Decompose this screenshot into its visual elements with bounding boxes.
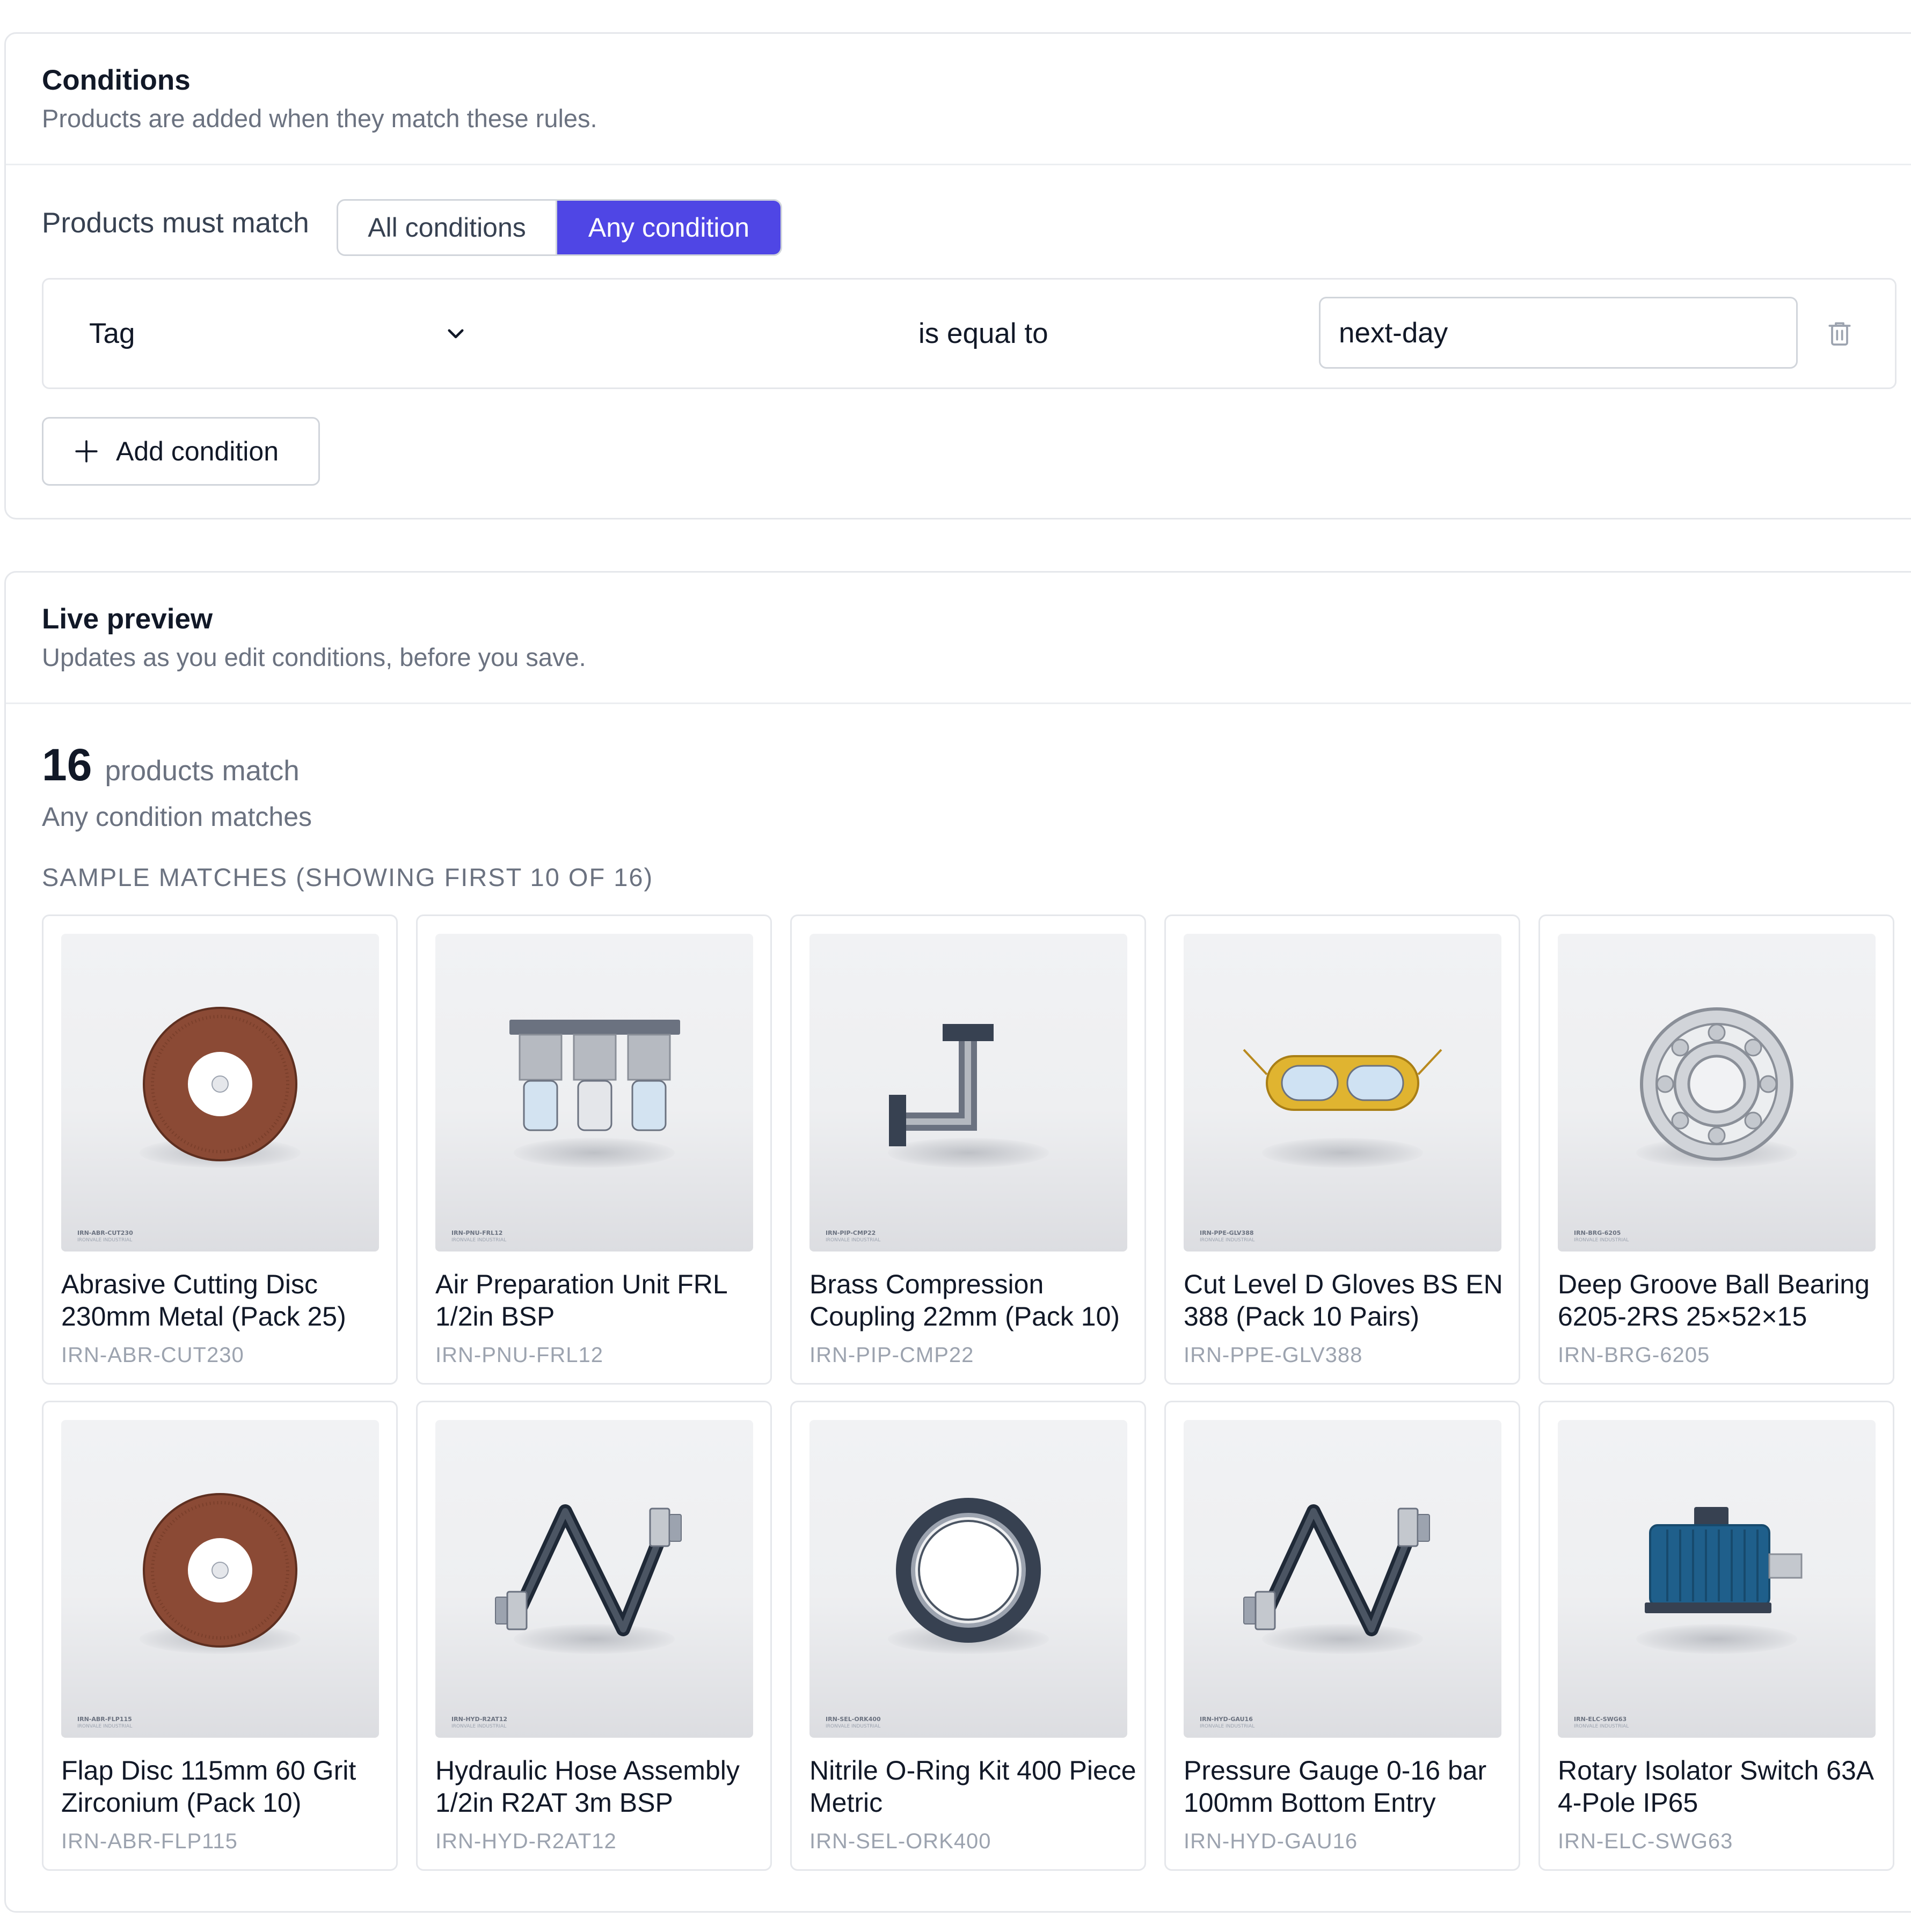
product-name: Cut Level D Gloves BS EN 388 (Pack 10 Pa… xyxy=(1184,1269,1503,1331)
product-image: IRN-BRG-6205 IRONVALE INDUSTRIAL xyxy=(1558,934,1876,1252)
preview-header: Live preview Updates as you edit conditi… xyxy=(6,573,1911,704)
product-card[interactable]: IRN-SEL-ORK400 IRONVALE INDUSTRIAL Nitri… xyxy=(790,1401,1146,1871)
image-watermark-sku: IRN-ABR-CUT230 xyxy=(77,1230,133,1236)
product-sku: IRN-SEL-ORK400 xyxy=(809,1829,991,1853)
image-watermark-brand: IRONVALE INDUSTRIAL xyxy=(77,1724,133,1729)
image-watermark-brand: IRONVALE INDUSTRIAL xyxy=(1574,1238,1629,1243)
product-card[interactable]: IRN-PPE-GLV388 IRONVALE INDUSTRIAL Cut L… xyxy=(1164,914,1520,1385)
product-sku: IRN-PNU-FRL12 xyxy=(435,1343,604,1367)
match-mode-text: Any condition matches xyxy=(42,802,312,832)
match-count-label: products match xyxy=(105,755,300,787)
image-watermark-sku: IRN-ABR-FLP115 xyxy=(77,1716,132,1723)
product-sku: IRN-PPE-GLV388 xyxy=(1184,1343,1363,1367)
image-watermark-sku: IRN-HYD-R2AT12 xyxy=(451,1716,508,1723)
match-mode-toggle: All conditions Any condition xyxy=(337,199,782,256)
any-condition-option[interactable]: Any condition xyxy=(557,201,781,254)
conditions-card: Conditions Products are added when they … xyxy=(4,32,1911,519)
image-watermark-brand: IRONVALE INDUSTRIAL xyxy=(451,1238,507,1243)
product-sku: IRN-ELC-SWG63 xyxy=(1558,1829,1733,1853)
field-select[interactable]: Tag xyxy=(89,304,465,363)
pipe-coupling-icon xyxy=(889,1024,994,1146)
image-watermark-sku: IRN-BRG-6205 xyxy=(1574,1230,1621,1236)
product-sku: IRN-HYD-GAU16 xyxy=(1184,1829,1358,1853)
image-watermark-sku: IRN-PNU-FRL12 xyxy=(451,1230,503,1236)
product-image: IRN-ABR-FLP115 IRONVALE INDUSTRIAL xyxy=(61,1420,379,1738)
field-select-value: Tag xyxy=(89,317,135,349)
electric-motor-icon xyxy=(1645,1507,1803,1613)
condition-rule-row: Tag is equal to xyxy=(42,278,1897,389)
product-image: IRN-SEL-ORK400 IRONVALE INDUSTRIAL xyxy=(809,1420,1127,1738)
condition-value-input[interactable] xyxy=(1319,297,1798,369)
image-watermark-brand: IRONVALE INDUSTRIAL xyxy=(451,1724,507,1729)
trash-icon[interactable] xyxy=(1825,318,1855,348)
product-sku: IRN-BRG-6205 xyxy=(1558,1343,1710,1367)
ball-bearing-icon xyxy=(1640,1007,1793,1161)
match-count-number: 16 xyxy=(42,740,92,790)
conditions-header: Conditions Products are added when they … xyxy=(6,34,1911,165)
sample-matches-heading: SAMPLE MATCHES (SHOWING FIRST 10 OF 16) xyxy=(42,863,654,891)
product-name: Air Preparation Unit FRL 1/2in BSP xyxy=(435,1269,727,1331)
product-sku: IRN-HYD-R2AT12 xyxy=(435,1829,617,1853)
cutting-disc-icon xyxy=(143,1007,297,1161)
product-name: Deep Groove Ball Bearing 6205-2RS 25×52×… xyxy=(1558,1269,1870,1331)
image-watermark-brand: IRONVALE INDUSTRIAL xyxy=(77,1238,133,1243)
product-card[interactable]: IRN-PIP-CMP22 IRONVALE INDUSTRIAL Brass … xyxy=(790,914,1146,1385)
product-card[interactable]: IRN-ABR-CUT230 IRONVALE INDUSTRIAL Abras… xyxy=(42,914,398,1385)
safety-goggles-icon xyxy=(1243,1049,1442,1111)
product-name: Pressure Gauge 0-16 bar 100mm Bottom Ent… xyxy=(1184,1755,1487,1818)
chevron-down-icon xyxy=(448,329,464,339)
image-watermark-sku: IRN-PPE-GLV388 xyxy=(1200,1230,1254,1236)
product-card[interactable]: IRN-PNU-FRL12 IRONVALE INDUSTRIAL Air Pr… xyxy=(416,914,772,1385)
live-preview-card: Live preview Updates as you edit conditi… xyxy=(4,571,1911,1913)
image-watermark-brand: IRONVALE INDUSTRIAL xyxy=(1200,1724,1255,1729)
product-card[interactable]: IRN-HYD-R2AT12 IRONVALE INDUSTRIAL Hydra… xyxy=(416,1401,772,1871)
operator-select[interactable]: is equal to xyxy=(918,304,1348,363)
hydraulic-hose-icon xyxy=(495,1504,682,1636)
product-card[interactable]: IRN-ABR-FLP115 IRONVALE INDUSTRIAL Flap … xyxy=(42,1401,398,1871)
product-image: IRN-PPE-GLV388 IRONVALE INDUSTRIAL xyxy=(1184,934,1501,1252)
o-ring-icon xyxy=(896,1498,1041,1643)
product-image: IRN-PNU-FRL12 IRONVALE INDUSTRIAL xyxy=(435,934,753,1252)
all-conditions-option[interactable]: All conditions xyxy=(338,201,557,254)
product-sku: IRN-ABR-CUT230 xyxy=(61,1343,244,1367)
product-sku: IRN-PIP-CMP22 xyxy=(809,1343,974,1367)
image-watermark-sku: IRN-ELC-SWG63 xyxy=(1574,1716,1627,1723)
conditions-title: Conditions xyxy=(42,64,191,96)
product-card[interactable]: IRN-HYD-GAU16 IRONVALE INDUSTRIAL Pressu… xyxy=(1164,1401,1520,1871)
product-name: Flap Disc 115mm 60 Grit Zirconium (Pack … xyxy=(61,1755,356,1818)
preview-title: Live preview xyxy=(42,603,213,635)
image-watermark-brand: IRONVALE INDUSTRIAL xyxy=(826,1724,881,1729)
image-watermark-brand: IRONVALE INDUSTRIAL xyxy=(1574,1724,1629,1729)
product-name: Hydraulic Hose Assembly 1/2in R2AT 3m BS… xyxy=(435,1755,740,1818)
image-watermark-sku: IRN-HYD-GAU16 xyxy=(1200,1716,1253,1723)
product-image: IRN-ELC-SWG63 IRONVALE INDUSTRIAL xyxy=(1558,1420,1876,1738)
match-count: 16 products match xyxy=(42,739,300,791)
product-name: Rotary Isolator Switch 63A 4-Pole IP65 xyxy=(1558,1755,1873,1818)
image-watermark-brand: IRONVALE INDUSTRIAL xyxy=(1200,1238,1255,1243)
product-name: Abrasive Cutting Disc 230mm Metal (Pack … xyxy=(61,1269,346,1331)
frl-unit-icon xyxy=(509,1020,680,1131)
conditions-subtitle: Products are added when they match these… xyxy=(42,104,597,133)
add-condition-button[interactable]: Add condition xyxy=(42,417,320,486)
product-name: Nitrile O-Ring Kit 400 Piece Metric xyxy=(809,1755,1136,1818)
product-image: IRN-PIP-CMP22 IRONVALE INDUSTRIAL xyxy=(809,934,1127,1252)
operator-select-value: is equal to xyxy=(918,317,1048,349)
product-sku: IRN-ABR-FLP115 xyxy=(61,1829,238,1853)
hose-gauge-icon xyxy=(1243,1504,1430,1636)
image-watermark-sku: IRN-PIP-CMP22 xyxy=(826,1230,876,1236)
product-card[interactable]: IRN-ELC-SWG63 IRONVALE INDUSTRIAL Rotary… xyxy=(1538,1401,1894,1871)
add-condition-label: Add condition xyxy=(116,436,279,466)
product-image: IRN-HYD-R2AT12 IRONVALE INDUSTRIAL xyxy=(435,1420,753,1738)
plus-icon xyxy=(75,440,98,463)
image-watermark-brand: IRONVALE INDUSTRIAL xyxy=(826,1238,881,1243)
preview-subtitle: Updates as you edit conditions, before y… xyxy=(42,643,586,671)
match-mode-label: Products must match xyxy=(42,207,309,239)
image-watermark-sku: IRN-SEL-ORK400 xyxy=(826,1716,881,1723)
product-name: Brass Compression Coupling 22mm (Pack 10… xyxy=(809,1269,1120,1331)
product-image: IRN-ABR-CUT230 IRONVALE INDUSTRIAL xyxy=(61,934,379,1252)
product-card[interactable]: IRN-BRG-6205 IRONVALE INDUSTRIAL Deep Gr… xyxy=(1538,914,1894,1385)
product-image: IRN-HYD-GAU16 IRONVALE INDUSTRIAL xyxy=(1184,1420,1501,1738)
flap-disc-icon xyxy=(143,1493,297,1648)
